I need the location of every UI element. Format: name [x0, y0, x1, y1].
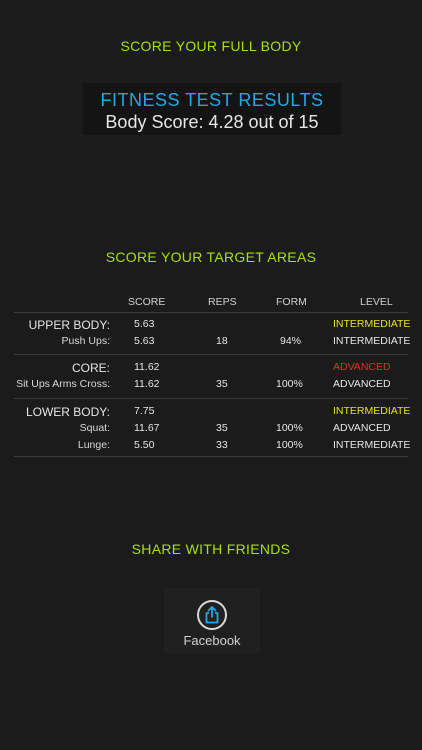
- group-lower-body: LOWER BODY: 7.75 INTERMEDIATE Squat: 11.…: [14, 399, 411, 457]
- table-row: Lunge: 5.50 33 100% INTERMEDIATE: [14, 437, 411, 454]
- exercise-level: ADVANCED: [333, 378, 391, 390]
- exercise-score: 11.67: [134, 422, 160, 434]
- header-level: LEVEL: [360, 296, 393, 308]
- group-core: CORE: 11.62 ADVANCED Sit Ups Arms Cross:…: [14, 355, 408, 399]
- exercise-form: 100%: [276, 439, 303, 451]
- table-header: SCORE REPS FORM LEVEL: [14, 292, 408, 313]
- target-areas-table: SCORE REPS FORM LEVEL UPPER BODY: 5.63 I…: [14, 292, 411, 457]
- header-reps: REPS: [208, 296, 237, 308]
- exercise-name: Push Ups:: [61, 335, 110, 347]
- exercise-score: 5.50: [134, 439, 155, 451]
- full-body-heading: SCORE YOUR FULL BODY: [120, 38, 302, 54]
- group-row: LOWER BODY: 7.75 INTERMEDIATE: [14, 403, 411, 420]
- header-score: SCORE: [128, 296, 166, 308]
- exercise-reps: 35: [216, 422, 228, 434]
- table-row: Push Ups: 5.63 18 94% INTERMEDIATE: [14, 333, 411, 350]
- facebook-share-button[interactable]: Facebook: [164, 588, 260, 654]
- fitness-results-box: FITNESS TEST RESULTS Body Score: 4.28 ou…: [83, 83, 341, 135]
- exercise-name: Squat:: [79, 422, 110, 434]
- group-level: INTERMEDIATE: [333, 405, 411, 417]
- group-level: ADVANCED: [333, 361, 391, 373]
- exercise-score: 5.63: [134, 335, 155, 347]
- table-row: Sit Ups Arms Cross: 11.62 35 100% ADVANC…: [14, 376, 408, 393]
- share-label: Facebook: [183, 633, 241, 648]
- exercise-level: INTERMEDIATE: [333, 335, 411, 347]
- group-score: 5.63: [134, 318, 155, 330]
- group-level: INTERMEDIATE: [333, 318, 411, 330]
- body-score: Body Score: 4.28 out of 15: [105, 112, 319, 132]
- exercise-form: 94%: [280, 335, 302, 347]
- group-name: UPPER BODY:: [28, 318, 110, 332]
- table-row: Squat: 11.67 35 100% ADVANCED: [14, 420, 408, 437]
- group-row: CORE: 11.62 ADVANCED: [14, 359, 408, 376]
- group-score: 11.62: [134, 361, 160, 373]
- exercise-reps: 33: [216, 439, 228, 451]
- group-upper-body: UPPER BODY: 5.63 INTERMEDIATE Push Ups: …: [14, 313, 411, 355]
- group-name: CORE:: [71, 361, 110, 375]
- group-name: LOWER BODY:: [25, 405, 110, 419]
- exercise-reps: 18: [216, 335, 228, 347]
- exercise-name: Sit Ups Arms Cross:: [16, 378, 110, 390]
- exercise-reps: 35: [216, 378, 228, 390]
- group-score: 7.75: [134, 405, 155, 417]
- exercise-level: INTERMEDIATE: [333, 439, 411, 451]
- share-heading: SHARE WITH FRIENDS: [131, 541, 291, 557]
- group-row: UPPER BODY: 5.63 INTERMEDIATE: [14, 316, 411, 333]
- exercise-level: ADVANCED: [333, 422, 391, 434]
- header-form: FORM: [276, 296, 307, 308]
- exercise-score: 11.62: [134, 378, 160, 390]
- exercise-form: 100%: [276, 422, 303, 434]
- target-areas-heading: SCORE YOUR TARGET AREAS: [105, 249, 317, 265]
- exercise-form: 100%: [276, 378, 303, 390]
- share-icon: [197, 600, 227, 630]
- exercise-name: Lunge:: [77, 439, 110, 451]
- results-title: FITNESS TEST RESULTS: [100, 90, 324, 110]
